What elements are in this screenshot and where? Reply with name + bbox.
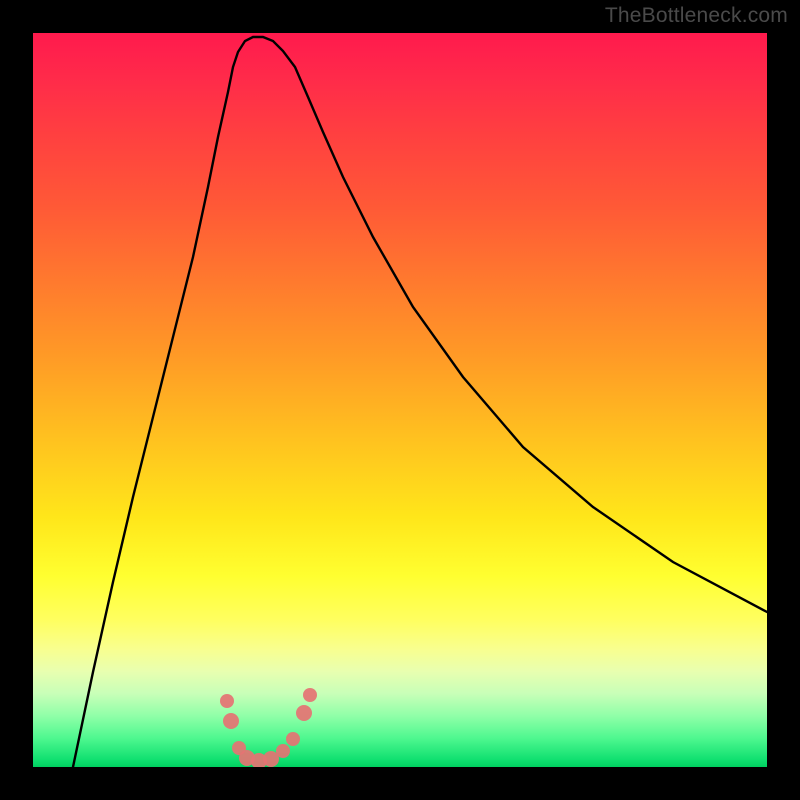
marker-b (223, 713, 239, 729)
curve-layer (33, 33, 767, 767)
watermark-text: TheBottleneck.com (605, 4, 788, 28)
marker-j (303, 688, 317, 702)
plot-area (33, 33, 767, 767)
data-markers (220, 688, 317, 767)
marker-i (296, 705, 312, 721)
bottleneck-curve (73, 37, 767, 767)
marker-g (276, 744, 290, 758)
marker-h (286, 732, 300, 746)
chart-frame: TheBottleneck.com (0, 0, 800, 800)
marker-a (220, 694, 234, 708)
